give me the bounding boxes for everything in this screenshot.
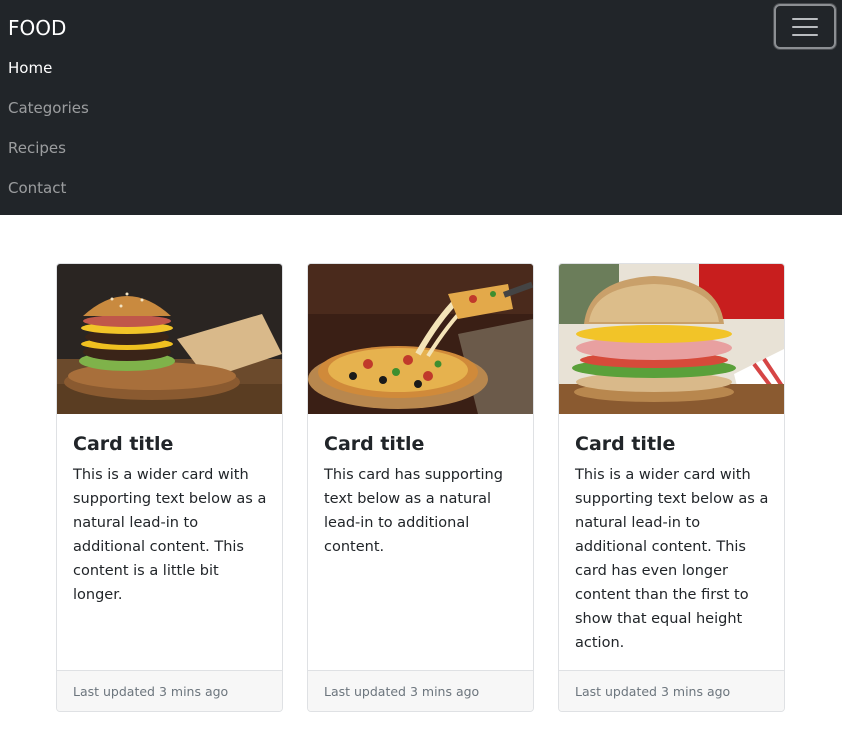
burger-image xyxy=(57,264,282,414)
card-text: This card has supporting text below as a… xyxy=(324,467,503,555)
navbar-brand[interactable]: FOOD xyxy=(8,16,66,40)
card-footer: Last updated 3 mins ago xyxy=(57,670,282,711)
card-text: This is a wider card with supporting tex… xyxy=(575,467,769,651)
nav-link-categories[interactable]: Categories xyxy=(8,98,89,118)
card-footer-text: Last updated 3 mins ago xyxy=(324,684,480,699)
nav-link-recipes[interactable]: Recipes xyxy=(8,138,66,158)
nav-link-contact[interactable]: Contact xyxy=(8,178,66,198)
card-footer-text: Last updated 3 mins ago xyxy=(73,684,229,699)
card-footer-text: Last updated 3 mins ago xyxy=(575,684,731,699)
card-footer: Last updated 3 mins ago xyxy=(308,670,533,711)
nav-link-home[interactable]: Home xyxy=(8,58,52,78)
card-title: Card title xyxy=(575,433,676,455)
card-pizza: Card title This card has supporting text… xyxy=(307,263,534,712)
card-footer: Last updated 3 mins ago xyxy=(559,670,784,711)
card-title: Card title xyxy=(324,433,425,455)
card-title: Card title xyxy=(73,433,174,455)
navbar: FOOD Home Categories Recipes Contact xyxy=(0,0,842,215)
sandwich-image xyxy=(559,264,784,414)
card-text: This is a wider card with supporting tex… xyxy=(73,467,267,603)
card-sandwich: Card title This is a wider card with sup… xyxy=(558,263,785,712)
pizza-image xyxy=(308,264,533,414)
hamburger-icon xyxy=(792,17,818,37)
navbar-toggler-button[interactable] xyxy=(774,4,836,49)
card-burger: Card title This is a wider card with sup… xyxy=(56,263,283,712)
